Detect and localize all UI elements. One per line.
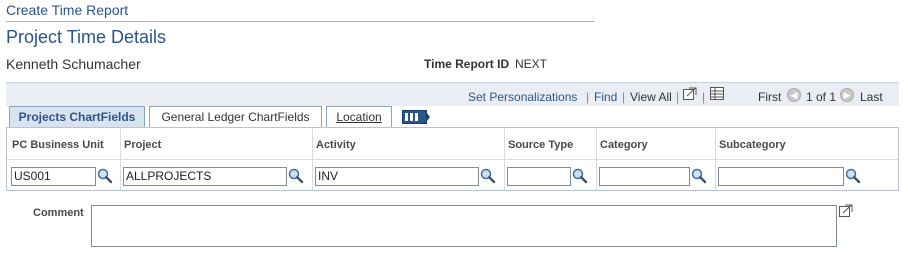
project-field[interactable]: ALLPROJECTS [123, 167, 287, 186]
comment-label: Comment [33, 207, 84, 219]
pc-business-unit-field[interactable]: US001 [11, 167, 96, 186]
column-header-activity: Activity [316, 139, 356, 151]
magnifier-icon[interactable] [480, 168, 496, 184]
prev-arrow-icon[interactable]: ◀ [787, 88, 801, 102]
first-label: First [758, 90, 782, 104]
time-report-id-label: Time Report ID [424, 57, 510, 71]
header-divider [6, 21, 595, 22]
column-header-pc-business-unit: PC Business Unit [12, 139, 104, 151]
find-link[interactable]: Find [594, 90, 617, 104]
zoom-icon[interactable] [683, 87, 697, 105]
magnifier-icon[interactable] [845, 168, 861, 184]
magnifier-icon[interactable] [288, 168, 304, 184]
header-title: Create Time Report [6, 2, 129, 18]
source-type-field[interactable] [507, 167, 571, 186]
last-label: Last [860, 90, 883, 104]
column-header-category: Category [600, 139, 648, 151]
comment-textarea[interactable] [91, 205, 837, 247]
magnifier-icon[interactable] [97, 168, 113, 184]
activity-field[interactable]: INV [315, 167, 479, 186]
magnifier-icon[interactable] [691, 168, 707, 184]
employee-name: Kenneth Schumacher [6, 56, 141, 72]
nav-separator: | [586, 90, 590, 104]
tab-projects-chartfields[interactable]: Projects ChartFields [9, 106, 145, 128]
subcategory-field[interactable] [718, 167, 844, 186]
time-report-id-value: NEXT [515, 57, 548, 71]
grid-header-divider [7, 159, 898, 160]
download-grid-icon[interactable] [710, 87, 724, 105]
magnifier-icon[interactable] [572, 168, 588, 184]
column-header-project: Project [124, 139, 162, 151]
next-arrow-icon[interactable]: ▶ [840, 88, 854, 102]
row-range: 1 of 1 [806, 90, 837, 104]
nav-separator: | [622, 90, 626, 104]
page-title: Project Time Details [6, 27, 167, 47]
tab-general-ledger-chartfields[interactable]: General Ledger ChartFields [149, 106, 322, 128]
column-header-source-type: Source Type [508, 139, 574, 151]
nav-separator: | [702, 90, 706, 104]
expand-icon[interactable] [839, 204, 853, 222]
view-all-link[interactable]: View All [630, 90, 672, 104]
column-header-subcategory: Subcategory [719, 139, 786, 151]
tab-location[interactable]: Location [326, 106, 392, 128]
nav-separator: | [676, 90, 680, 104]
set-personalizations-link[interactable]: Set Personalizations [468, 90, 577, 104]
category-field[interactable] [599, 167, 690, 186]
